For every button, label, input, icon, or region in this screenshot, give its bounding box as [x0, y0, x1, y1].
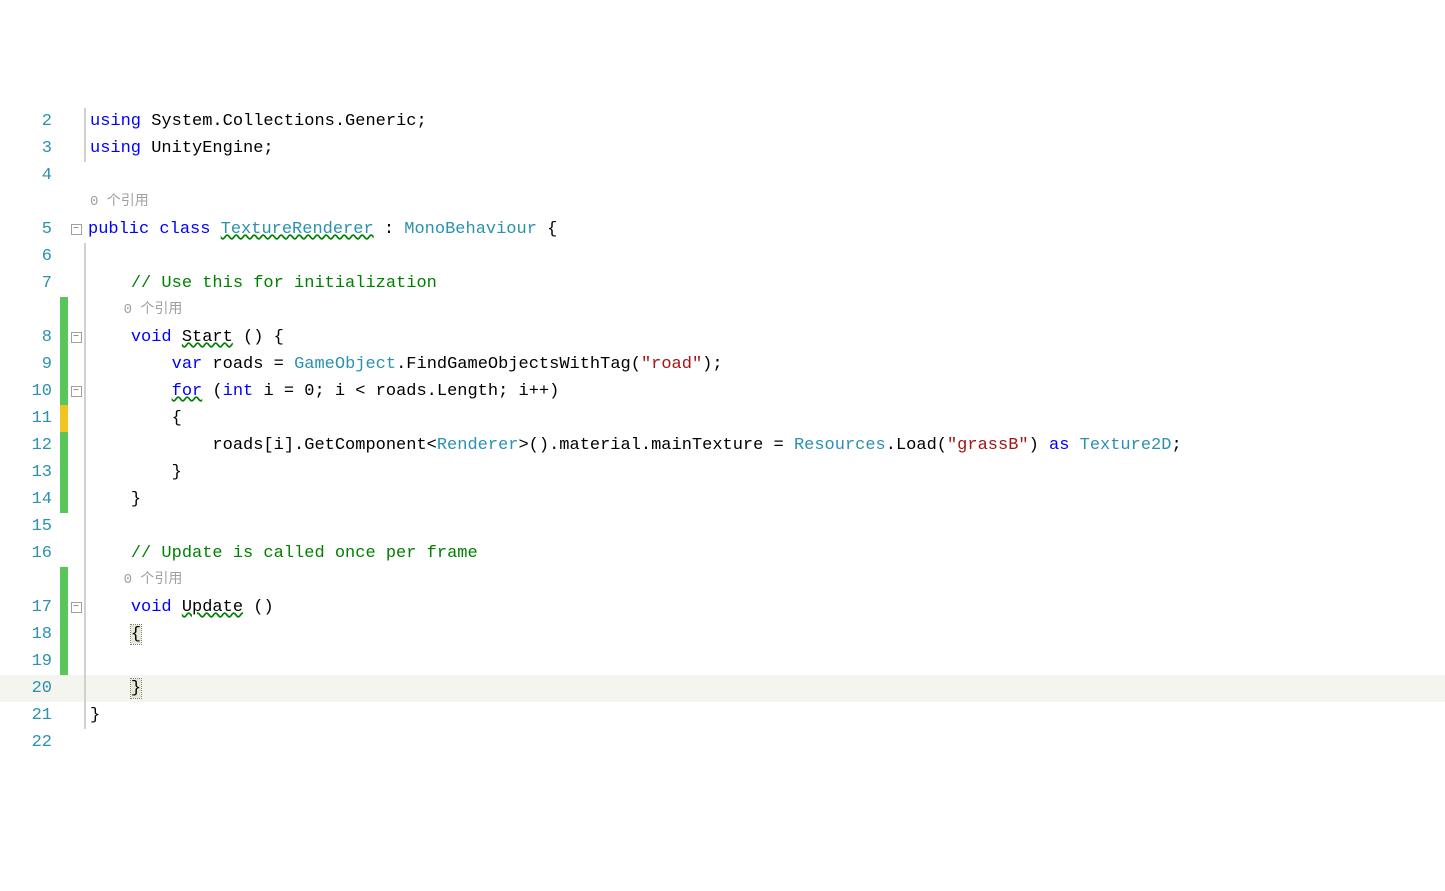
change-marker-icon	[60, 432, 68, 459]
codelens-references[interactable]: 0 个引用	[86, 189, 149, 216]
change-marker-icon	[60, 351, 68, 378]
line-number: 13	[0, 459, 60, 486]
code-line[interactable]: 12 roads[i].GetComponent<Renderer>().mat…	[0, 432, 1445, 459]
code-content[interactable]: // Update is called once per frame	[86, 540, 478, 567]
code-line[interactable]: 9 var roads = GameObject.FindGameObjects…	[0, 351, 1445, 378]
code-line[interactable]: 10 − for (int i = 0; i < roads.Length; i…	[0, 378, 1445, 405]
change-marker-icon	[60, 459, 68, 486]
codelens-references[interactable]: 0 个引用	[86, 297, 182, 324]
line-number: 4	[0, 162, 60, 189]
code-content[interactable]: using UnityEngine;	[86, 135, 274, 162]
change-marker-icon	[60, 297, 68, 324]
code-line[interactable]: 14 }	[0, 486, 1445, 513]
code-editor[interactable]: 2 using System.Collections.Generic; 3 us…	[0, 108, 1445, 756]
line-number: 17	[0, 594, 60, 621]
code-line[interactable]: 21 }	[0, 702, 1445, 729]
codelens-references[interactable]: 0 个引用	[86, 567, 182, 594]
code-content[interactable]: }	[86, 459, 182, 486]
code-line[interactable]: 4	[0, 162, 1445, 189]
code-content[interactable]: void Start () {	[86, 324, 284, 351]
change-marker-icon	[60, 405, 68, 432]
code-line[interactable]: 3 using UnityEngine;	[0, 135, 1445, 162]
code-content[interactable]: {	[86, 621, 141, 648]
code-line[interactable]: 13 }	[0, 459, 1445, 486]
code-line[interactable]: 2 using System.Collections.Generic;	[0, 108, 1445, 135]
code-content[interactable]: void Update ()	[86, 594, 274, 621]
line-number: 3	[0, 135, 60, 162]
fold-toggle[interactable]: −	[68, 332, 84, 343]
line-number: 9	[0, 351, 60, 378]
line-number: 5	[0, 216, 60, 243]
line-number: 10	[0, 378, 60, 405]
code-content[interactable]: {	[86, 405, 182, 432]
line-number: 11	[0, 405, 60, 432]
code-content[interactable]: }	[86, 486, 141, 513]
code-content[interactable]: roads[i].GetComponent<Renderer>().materi…	[86, 432, 1182, 459]
code-line[interactable]: 15	[0, 513, 1445, 540]
code-line[interactable]: 8 − void Start () {	[0, 324, 1445, 351]
change-marker-icon	[60, 378, 68, 405]
change-marker-icon	[60, 567, 68, 594]
line-number: 18	[0, 621, 60, 648]
change-marker-icon	[60, 594, 68, 621]
code-content[interactable]: var roads = GameObject.FindGameObjectsWi…	[86, 351, 723, 378]
code-line[interactable]: 17 − void Update ()	[0, 594, 1445, 621]
line-number: 15	[0, 513, 60, 540]
code-content[interactable]: for (int i = 0; i < roads.Length; i++)	[86, 378, 559, 405]
line-number: 22	[0, 729, 60, 756]
codelens-line[interactable]: 0 个引用	[0, 189, 1445, 216]
fold-toggle[interactable]: −	[68, 602, 84, 613]
code-line[interactable]: 22	[0, 729, 1445, 756]
code-content[interactable]: }	[86, 702, 100, 729]
code-content[interactable]: using System.Collections.Generic;	[86, 108, 427, 135]
code-line-current[interactable]: 20 }	[0, 675, 1445, 702]
change-marker-icon	[60, 621, 68, 648]
line-number: 20	[0, 675, 60, 702]
code-line[interactable]: 7 // Use this for initialization	[0, 270, 1445, 297]
line-number: 2	[0, 108, 60, 135]
line-number: 8	[0, 324, 60, 351]
line-number: 14	[0, 486, 60, 513]
line-number: 6	[0, 243, 60, 270]
code-content[interactable]: // Use this for initialization	[86, 270, 437, 297]
code-line[interactable]: 16 // Update is called once per frame	[0, 540, 1445, 567]
codelens-line[interactable]: 0 个引用	[0, 297, 1445, 324]
line-number: 7	[0, 270, 60, 297]
code-line[interactable]: 5 − public class TextureRenderer : MonoB…	[0, 216, 1445, 243]
code-content[interactable]: }	[86, 675, 141, 702]
code-line[interactable]: 6	[0, 243, 1445, 270]
fold-toggle[interactable]: −	[68, 386, 84, 397]
fold-toggle[interactable]: −	[68, 224, 84, 235]
code-line[interactable]: 18 {	[0, 621, 1445, 648]
code-line[interactable]: 11 {	[0, 405, 1445, 432]
line-number: 12	[0, 432, 60, 459]
code-content[interactable]: public class TextureRenderer : MonoBehav…	[84, 216, 557, 243]
codelens-line[interactable]: 0 个引用	[0, 567, 1445, 594]
line-number: 21	[0, 702, 60, 729]
line-number: 16	[0, 540, 60, 567]
change-marker-icon	[60, 324, 68, 351]
change-marker-icon	[60, 486, 68, 513]
